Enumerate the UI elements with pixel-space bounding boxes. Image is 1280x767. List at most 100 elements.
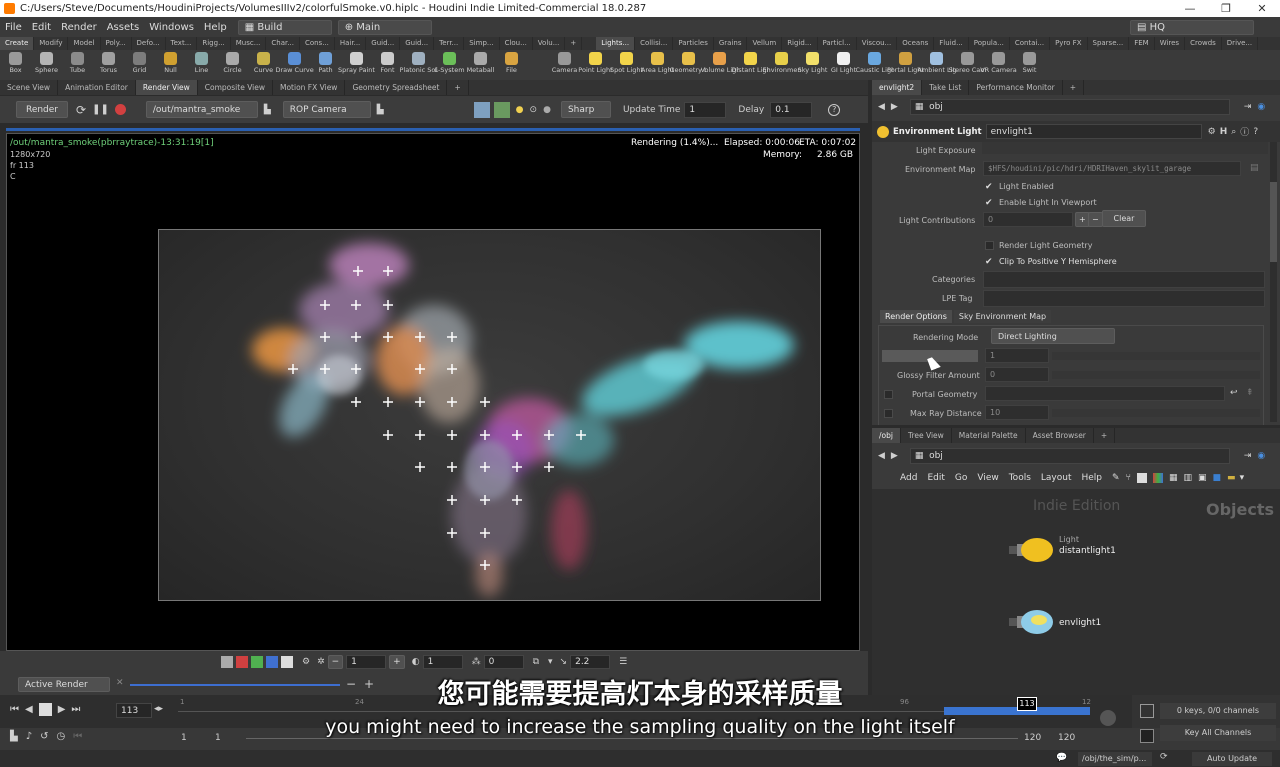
range-slider[interactable]: [246, 738, 1018, 739]
shelf-tab[interactable]: Guid...: [400, 37, 435, 50]
shelf-tool-tube[interactable]: Tube: [62, 50, 93, 80]
exposure-minus-button[interactable]: −: [327, 655, 344, 669]
menu-help[interactable]: Help: [199, 22, 232, 33]
max-ray-distance-checkbox[interactable]: [884, 409, 893, 418]
tab-render-view[interactable]: Render View: [135, 80, 198, 95]
link-icon[interactable]: ◉: [1257, 102, 1265, 112]
shelf-tool-font[interactable]: Font: [372, 50, 403, 80]
menu-assets[interactable]: Assets: [102, 22, 145, 33]
shelf-tab[interactable]: Terr...: [434, 37, 465, 50]
shelf-tab[interactable]: Sparse...: [1088, 37, 1130, 50]
shelf-tab[interactable]: Pyro FX: [1050, 37, 1088, 50]
network-editor[interactable]: Indie Edition Objects Light distantlight…: [872, 489, 1280, 695]
pin-icon[interactable]: ⇥: [1244, 102, 1252, 112]
channel-red-icon[interactable]: [236, 656, 248, 668]
gamma-icon[interactable]: ↘: [560, 657, 568, 667]
shelf-tab[interactable]: Char...: [266, 37, 300, 50]
shelf-tab[interactable]: Lights...: [596, 37, 636, 50]
back-icon[interactable]: ◀: [878, 451, 885, 461]
forward-icon[interactable]: ▶: [891, 102, 898, 112]
shelf-tab[interactable]: Collisi...: [635, 37, 674, 50]
link-icon[interactable]: ◉: [1257, 451, 1265, 461]
tab-sky-environment-map[interactable]: Sky Environment Map: [953, 310, 1052, 323]
shelf-tab[interactable]: Rigg...: [197, 37, 231, 50]
path-field[interactable]: ▦ obj: [909, 99, 1230, 115]
tab-take-list[interactable]: Take List: [922, 80, 970, 95]
net-menu-tools[interactable]: Tools: [1009, 473, 1031, 483]
clip-y-checkbox[interactable]: ✔: [985, 257, 993, 267]
shelf-tab[interactable]: Drive...: [1222, 37, 1259, 50]
gamma-field[interactable]: 2.2: [570, 655, 611, 669]
shelf-tool-environment-light[interactable]: Environment Light: [763, 50, 801, 80]
jump-icon[interactable]: ⇞: [1246, 388, 1254, 398]
channel-alpha-icon[interactable]: [281, 656, 293, 668]
shelf-tool-torus[interactable]: Torus: [93, 50, 124, 80]
tab-obj[interactable]: /obj: [872, 428, 901, 443]
menu-edit[interactable]: Edit: [27, 22, 56, 33]
hq-dropdown[interactable]: ▤ HQ: [1130, 19, 1254, 35]
shelf-tab[interactable]: Popula...: [969, 37, 1010, 50]
preview-icon[interactable]: [493, 101, 510, 118]
clear-button[interactable]: Clear: [1102, 210, 1146, 227]
shelf-tool-caustic-light[interactable]: Caustic Light: [856, 50, 894, 80]
shelf-tool-curve[interactable]: Curve: [248, 50, 279, 80]
shelf-tool-swit[interactable]: Swit: [1014, 50, 1045, 80]
shelf-tool-stereo-camera[interactable]: Stereo Camera: [949, 50, 987, 80]
shelf-tab[interactable]: Cons...: [300, 37, 335, 50]
shelf-tab[interactable]: Hair...: [335, 37, 367, 50]
region-render-icon[interactable]: [473, 101, 490, 118]
search-icon[interactable]: ⌕: [1231, 127, 1236, 137]
samples-slider[interactable]: [1052, 352, 1260, 360]
tab-material-palette[interactable]: Material Palette: [952, 428, 1026, 443]
add-tab-button[interactable]: +: [1094, 428, 1116, 443]
light-bulb-icon[interactable]: ●: [516, 105, 524, 115]
file-chooser-icon[interactable]: ▤: [1250, 163, 1259, 173]
shelf-tab[interactable]: Oceans: [897, 37, 935, 50]
contributions-minus-button[interactable]: −: [1088, 212, 1103, 227]
tab-render-options[interactable]: Render Options: [880, 310, 952, 323]
portal-geometry-checkbox[interactable]: [884, 390, 893, 399]
shelf-tool-line[interactable]: Line: [186, 50, 217, 80]
grid-icon[interactable]: ▦: [1169, 473, 1178, 483]
tab-tree-view[interactable]: Tree View: [901, 428, 952, 443]
node1-name[interactable]: distantlight1: [1059, 546, 1116, 556]
max-ray-distance-slider[interactable]: [1052, 409, 1260, 417]
distantlight1-node[interactable]: [1009, 537, 1055, 563]
forward-icon[interactable]: ▶: [891, 451, 898, 461]
light-enabled-checkbox[interactable]: ✔: [985, 182, 993, 192]
image-icon[interactable]: ■: [1213, 473, 1222, 483]
shelf-tool-metaball[interactable]: Metaball: [465, 50, 496, 80]
shelf-tool-distant-light[interactable]: Distant Light: [732, 50, 770, 80]
shelf-tab[interactable]: Viscou...: [857, 37, 898, 50]
shelf-tool-point-light[interactable]: Point Light: [578, 50, 613, 80]
enable-viewport-checkbox[interactable]: ✔: [985, 198, 993, 208]
exposure-icon[interactable]: ✲: [317, 657, 325, 667]
list-icon[interactable]: [1136, 473, 1147, 483]
shelf-tool-null[interactable]: Null: [155, 50, 186, 80]
shelf-tab[interactable]: Modify: [34, 37, 69, 50]
channel-blue-icon[interactable]: [266, 656, 278, 668]
camera-dropdown[interactable]: ROP Camera: [282, 101, 371, 118]
dropdown-icon[interactable]: ▾: [1240, 473, 1245, 483]
tab-envlight2[interactable]: envlight2: [872, 80, 923, 95]
shelf-tool-vr-camera[interactable]: VR Camera: [980, 50, 1017, 80]
shelf-tool-gi-light[interactable]: GI Light: [828, 50, 859, 80]
wrench-icon[interactable]: ✎: [1112, 473, 1120, 483]
preview-mode-dropdown[interactable]: Sharp: [560, 101, 611, 118]
net-menu-view[interactable]: View: [977, 473, 998, 483]
menu-file[interactable]: File: [0, 22, 27, 33]
tab-scene-view[interactable]: Scene View: [0, 80, 59, 95]
rop-jump-icon[interactable]: ▙: [264, 105, 271, 115]
shelf-tab[interactable]: Create: [0, 37, 35, 50]
categories-field[interactable]: [983, 271, 1265, 288]
offset-icon[interactable]: ⁂: [472, 657, 481, 667]
shelf-tab[interactable]: Wires: [1155, 37, 1186, 50]
minimize-button[interactable]: —: [1172, 0, 1208, 17]
hda-icon[interactable]: H: [1220, 127, 1228, 137]
shelf-tool-platonic-solids[interactable]: Platonic Solids: [400, 50, 438, 80]
node2-name[interactable]: envlight1: [1059, 618, 1101, 628]
gear-icon[interactable]: ⚙: [302, 657, 310, 667]
sticky-icon[interactable]: ▬: [1227, 473, 1236, 483]
shelf-tool-volume-light[interactable]: Volume Light: [701, 50, 739, 80]
status-path[interactable]: /obj/the_sim/p...: [1078, 752, 1152, 766]
